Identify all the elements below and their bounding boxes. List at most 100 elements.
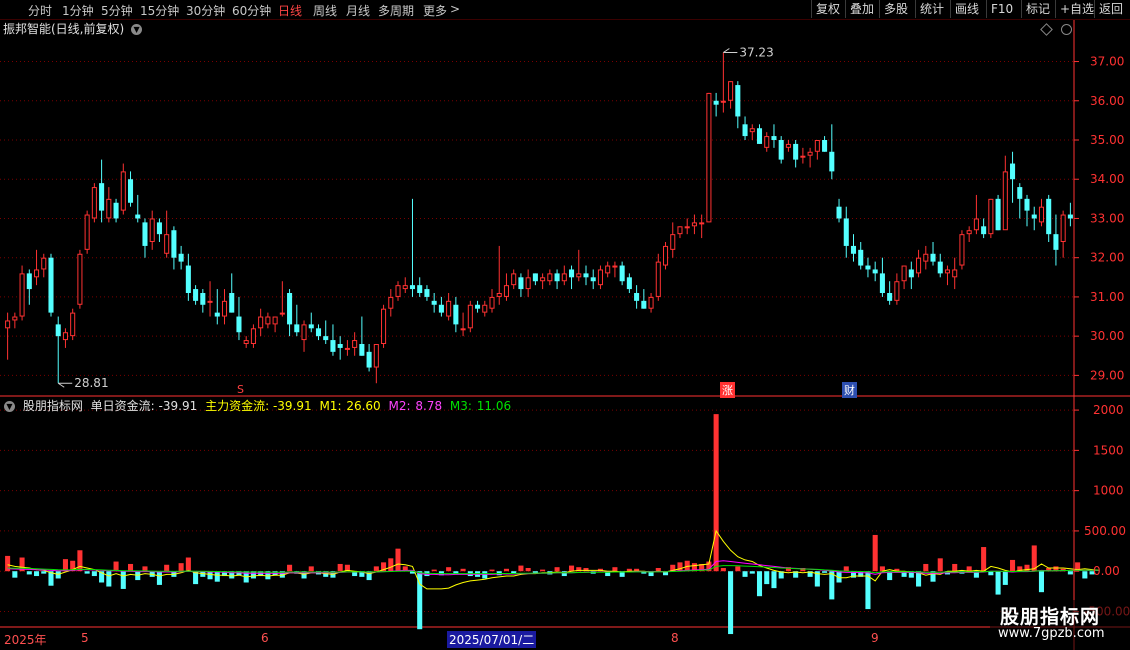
signal-s-marker[interactable]: S xyxy=(235,383,246,396)
candle-body xyxy=(1010,163,1016,180)
flow-bar xyxy=(26,571,32,575)
m1-value: 26.60 xyxy=(346,399,381,413)
candle-body xyxy=(605,265,611,274)
candle-body xyxy=(648,296,654,309)
price-tick-label: 33.00 xyxy=(1090,211,1124,225)
flow-bar xyxy=(872,534,878,572)
price-tick-label: 30.00 xyxy=(1090,329,1124,343)
m3-label: M3: xyxy=(449,399,472,413)
candle-body xyxy=(525,277,531,290)
candle-body xyxy=(887,293,893,301)
price-tick-label: 31.00 xyxy=(1090,290,1124,304)
candle-body xyxy=(120,171,126,211)
candle-body xyxy=(70,312,76,337)
flow-bar xyxy=(937,558,943,572)
candle-body xyxy=(294,324,300,333)
grid-lines xyxy=(0,61,1130,628)
single-day-label: 单日资金流: xyxy=(90,399,155,413)
candle-body xyxy=(879,273,885,293)
flow-bar xyxy=(713,414,719,572)
candle-body xyxy=(822,140,828,152)
candle-body xyxy=(1024,198,1030,211)
watermark-url: www.7gpzb.com xyxy=(998,626,1105,641)
candle-body xyxy=(265,316,271,325)
candle-body xyxy=(142,222,148,246)
candle-body xyxy=(930,253,936,262)
candle-body xyxy=(626,277,632,290)
flow-bar xyxy=(287,564,293,572)
flow-bar xyxy=(77,550,83,572)
candle-body xyxy=(460,328,466,331)
candle-body xyxy=(720,100,726,103)
flow-bar xyxy=(12,571,18,578)
candle-body xyxy=(84,214,90,250)
flow-bar xyxy=(337,563,343,572)
flow-tick-label: 0.00 xyxy=(1093,564,1120,578)
candle-body xyxy=(836,206,842,219)
candle-body xyxy=(135,214,141,219)
candle-body xyxy=(127,179,134,203)
chart-canvas: 37.00 36.00 35.00 34.00 33.00 32.00 31.00 30.00… xyxy=(0,20,1130,650)
candle-body xyxy=(417,285,423,293)
low-price-label: 28.81 xyxy=(74,376,108,390)
candle-body xyxy=(272,316,278,325)
candle-body xyxy=(106,198,112,219)
candle-body xyxy=(1017,187,1023,199)
flow-bar xyxy=(735,566,741,572)
candle-body xyxy=(402,285,408,290)
signal-zhang-marker[interactable]: 涨 xyxy=(720,382,735,398)
watermark-name: 股朋指标网 xyxy=(1000,606,1101,628)
price-tick-label: 35.00 xyxy=(1090,133,1124,147)
candle-body xyxy=(250,328,256,344)
candle-body xyxy=(706,92,712,223)
candle-body xyxy=(164,234,170,254)
candle-body xyxy=(431,300,437,305)
flow-bar xyxy=(554,567,560,572)
candle-body xyxy=(764,136,770,148)
y-axes: 37.00 36.00 35.00 34.00 33.00 32.00 31.00 30.00… xyxy=(1073,20,1130,650)
candle-body xyxy=(691,222,697,227)
candle-body xyxy=(1002,171,1008,231)
signal-cai-marker[interactable]: 财 xyxy=(842,382,857,398)
candle-body xyxy=(973,218,979,231)
candle-body xyxy=(988,198,994,235)
m2-value: 8.78 xyxy=(415,399,443,413)
candle-body xyxy=(923,253,929,262)
candle-body xyxy=(185,265,191,293)
candle-body xyxy=(373,344,379,368)
flow-bar xyxy=(952,563,958,572)
date-axis-year: 2025年 xyxy=(4,633,47,647)
candle-body xyxy=(699,222,705,225)
candle-body xyxy=(258,316,264,329)
flow-bar xyxy=(756,571,763,597)
candlestick-series xyxy=(5,52,1073,384)
flow-bar xyxy=(829,571,835,600)
candle-body xyxy=(583,273,589,278)
candle-body xyxy=(937,261,943,274)
flow-bar xyxy=(91,571,97,577)
candle-body xyxy=(532,273,538,282)
money-flow-indicator xyxy=(5,414,1100,635)
price-tick-label: 37.00 xyxy=(1090,55,1124,69)
candle-body xyxy=(800,155,806,158)
candle-body xyxy=(48,257,54,313)
candle-body xyxy=(894,281,900,301)
candle-body xyxy=(149,218,155,242)
candle-body xyxy=(778,140,784,160)
candle-body xyxy=(366,351,372,368)
flow-tick-label: 1000 xyxy=(1093,484,1124,498)
flow-bar xyxy=(156,571,162,585)
candle-body xyxy=(540,277,546,282)
candle-body xyxy=(829,151,835,172)
flow-tick-label: 1500 xyxy=(1093,443,1124,457)
date-axis-month-8: 8 xyxy=(671,631,679,645)
m2-label: M2: xyxy=(388,399,411,413)
chevron-down-icon[interactable]: ▼ xyxy=(4,401,15,412)
candle-body xyxy=(858,249,864,266)
candle-body xyxy=(62,332,68,341)
candle-body xyxy=(865,265,871,270)
candle-body xyxy=(670,234,676,250)
candle-body xyxy=(395,285,401,297)
candle-body xyxy=(359,344,365,356)
flow-bar xyxy=(41,571,47,574)
